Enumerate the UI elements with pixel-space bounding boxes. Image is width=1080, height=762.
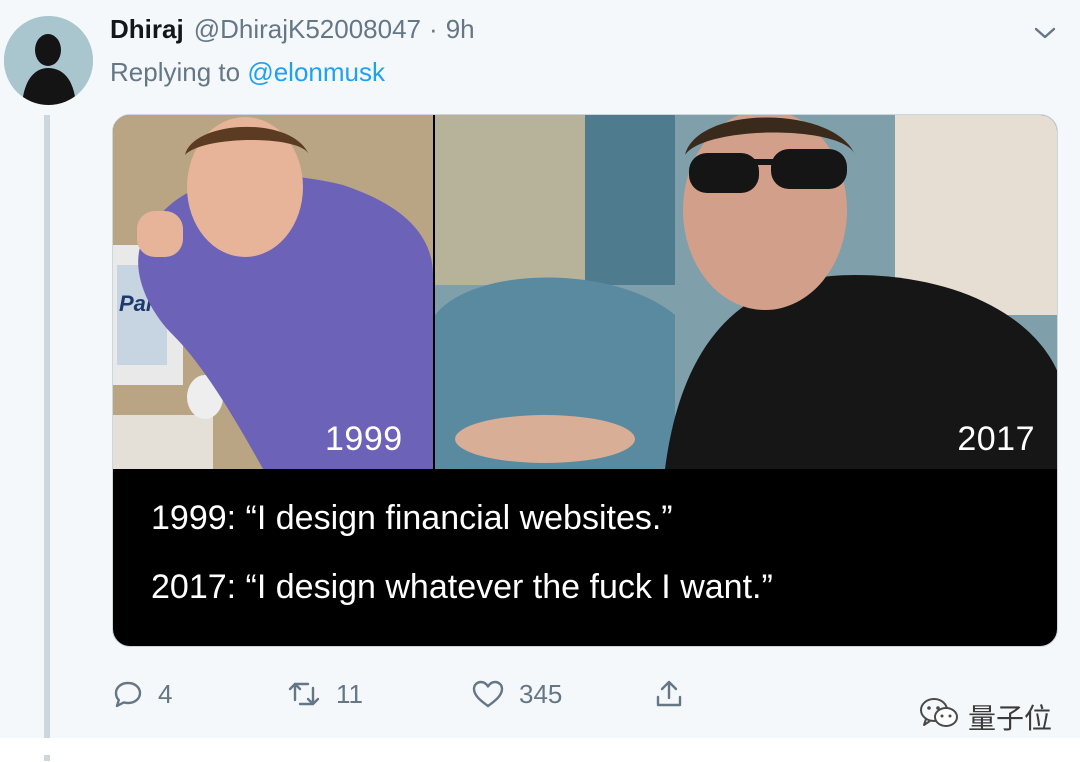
photo-2017: 2017 <box>435 115 1057 469</box>
like-button[interactable]: 345 <box>471 676 562 712</box>
like-count: 345 <box>519 678 563 709</box>
tweet-time[interactable]: 9h <box>446 14 475 45</box>
reply-button[interactable]: 4 <box>112 676 172 712</box>
year-label-left: 1999 <box>325 420 403 458</box>
watermark: 量子位 <box>918 696 1052 737</box>
bottom-strip <box>0 738 1080 762</box>
author-name[interactable]: Dhiraj <box>110 14 184 45</box>
share-icon <box>653 678 685 710</box>
year-label-right: 2017 <box>957 420 1035 458</box>
separator-dot: · <box>429 14 438 44</box>
tweet-header: Dhiraj @DhirajK52008047 · 9h <box>110 14 475 52</box>
reply-icon <box>112 678 144 710</box>
avatar[interactable] <box>4 16 93 105</box>
replying-prefix: Replying to <box>110 57 241 87</box>
wechat-icon <box>918 696 960 737</box>
retweet-icon <box>286 678 322 710</box>
watermark-text: 量子位 <box>968 701 1053 735</box>
retweet-count: 11 <box>336 678 363 709</box>
next-thread-line <box>44 755 50 761</box>
tweet-image[interactable]: Pal 1999 2017 1999: “I design financial … <box>112 114 1058 647</box>
thread-line <box>44 115 50 738</box>
replying-to: Replying to @elonmusk <box>110 57 385 88</box>
tweet-actions: 4 11 345 <box>112 676 712 712</box>
quote-line-1: 1999: “I design financial websites.” <box>151 499 673 537</box>
chevron-down-icon[interactable] <box>1032 22 1058 44</box>
quote-line-2: 2017: “I design whatever the fuck I want… <box>151 568 773 606</box>
retweet-button[interactable]: 11 <box>286 676 363 712</box>
photo-1999: Pal 1999 <box>113 115 433 469</box>
mention-link[interactable]: @elonmusk <box>247 57 385 87</box>
reply-count: 4 <box>158 678 173 709</box>
heart-icon <box>471 678 505 710</box>
share-button[interactable] <box>653 676 685 712</box>
tweet: Dhiraj @DhirajK52008047 · 9h Replying to… <box>0 0 1080 738</box>
author-handle[interactable]: @DhirajK52008047 <box>194 14 421 45</box>
